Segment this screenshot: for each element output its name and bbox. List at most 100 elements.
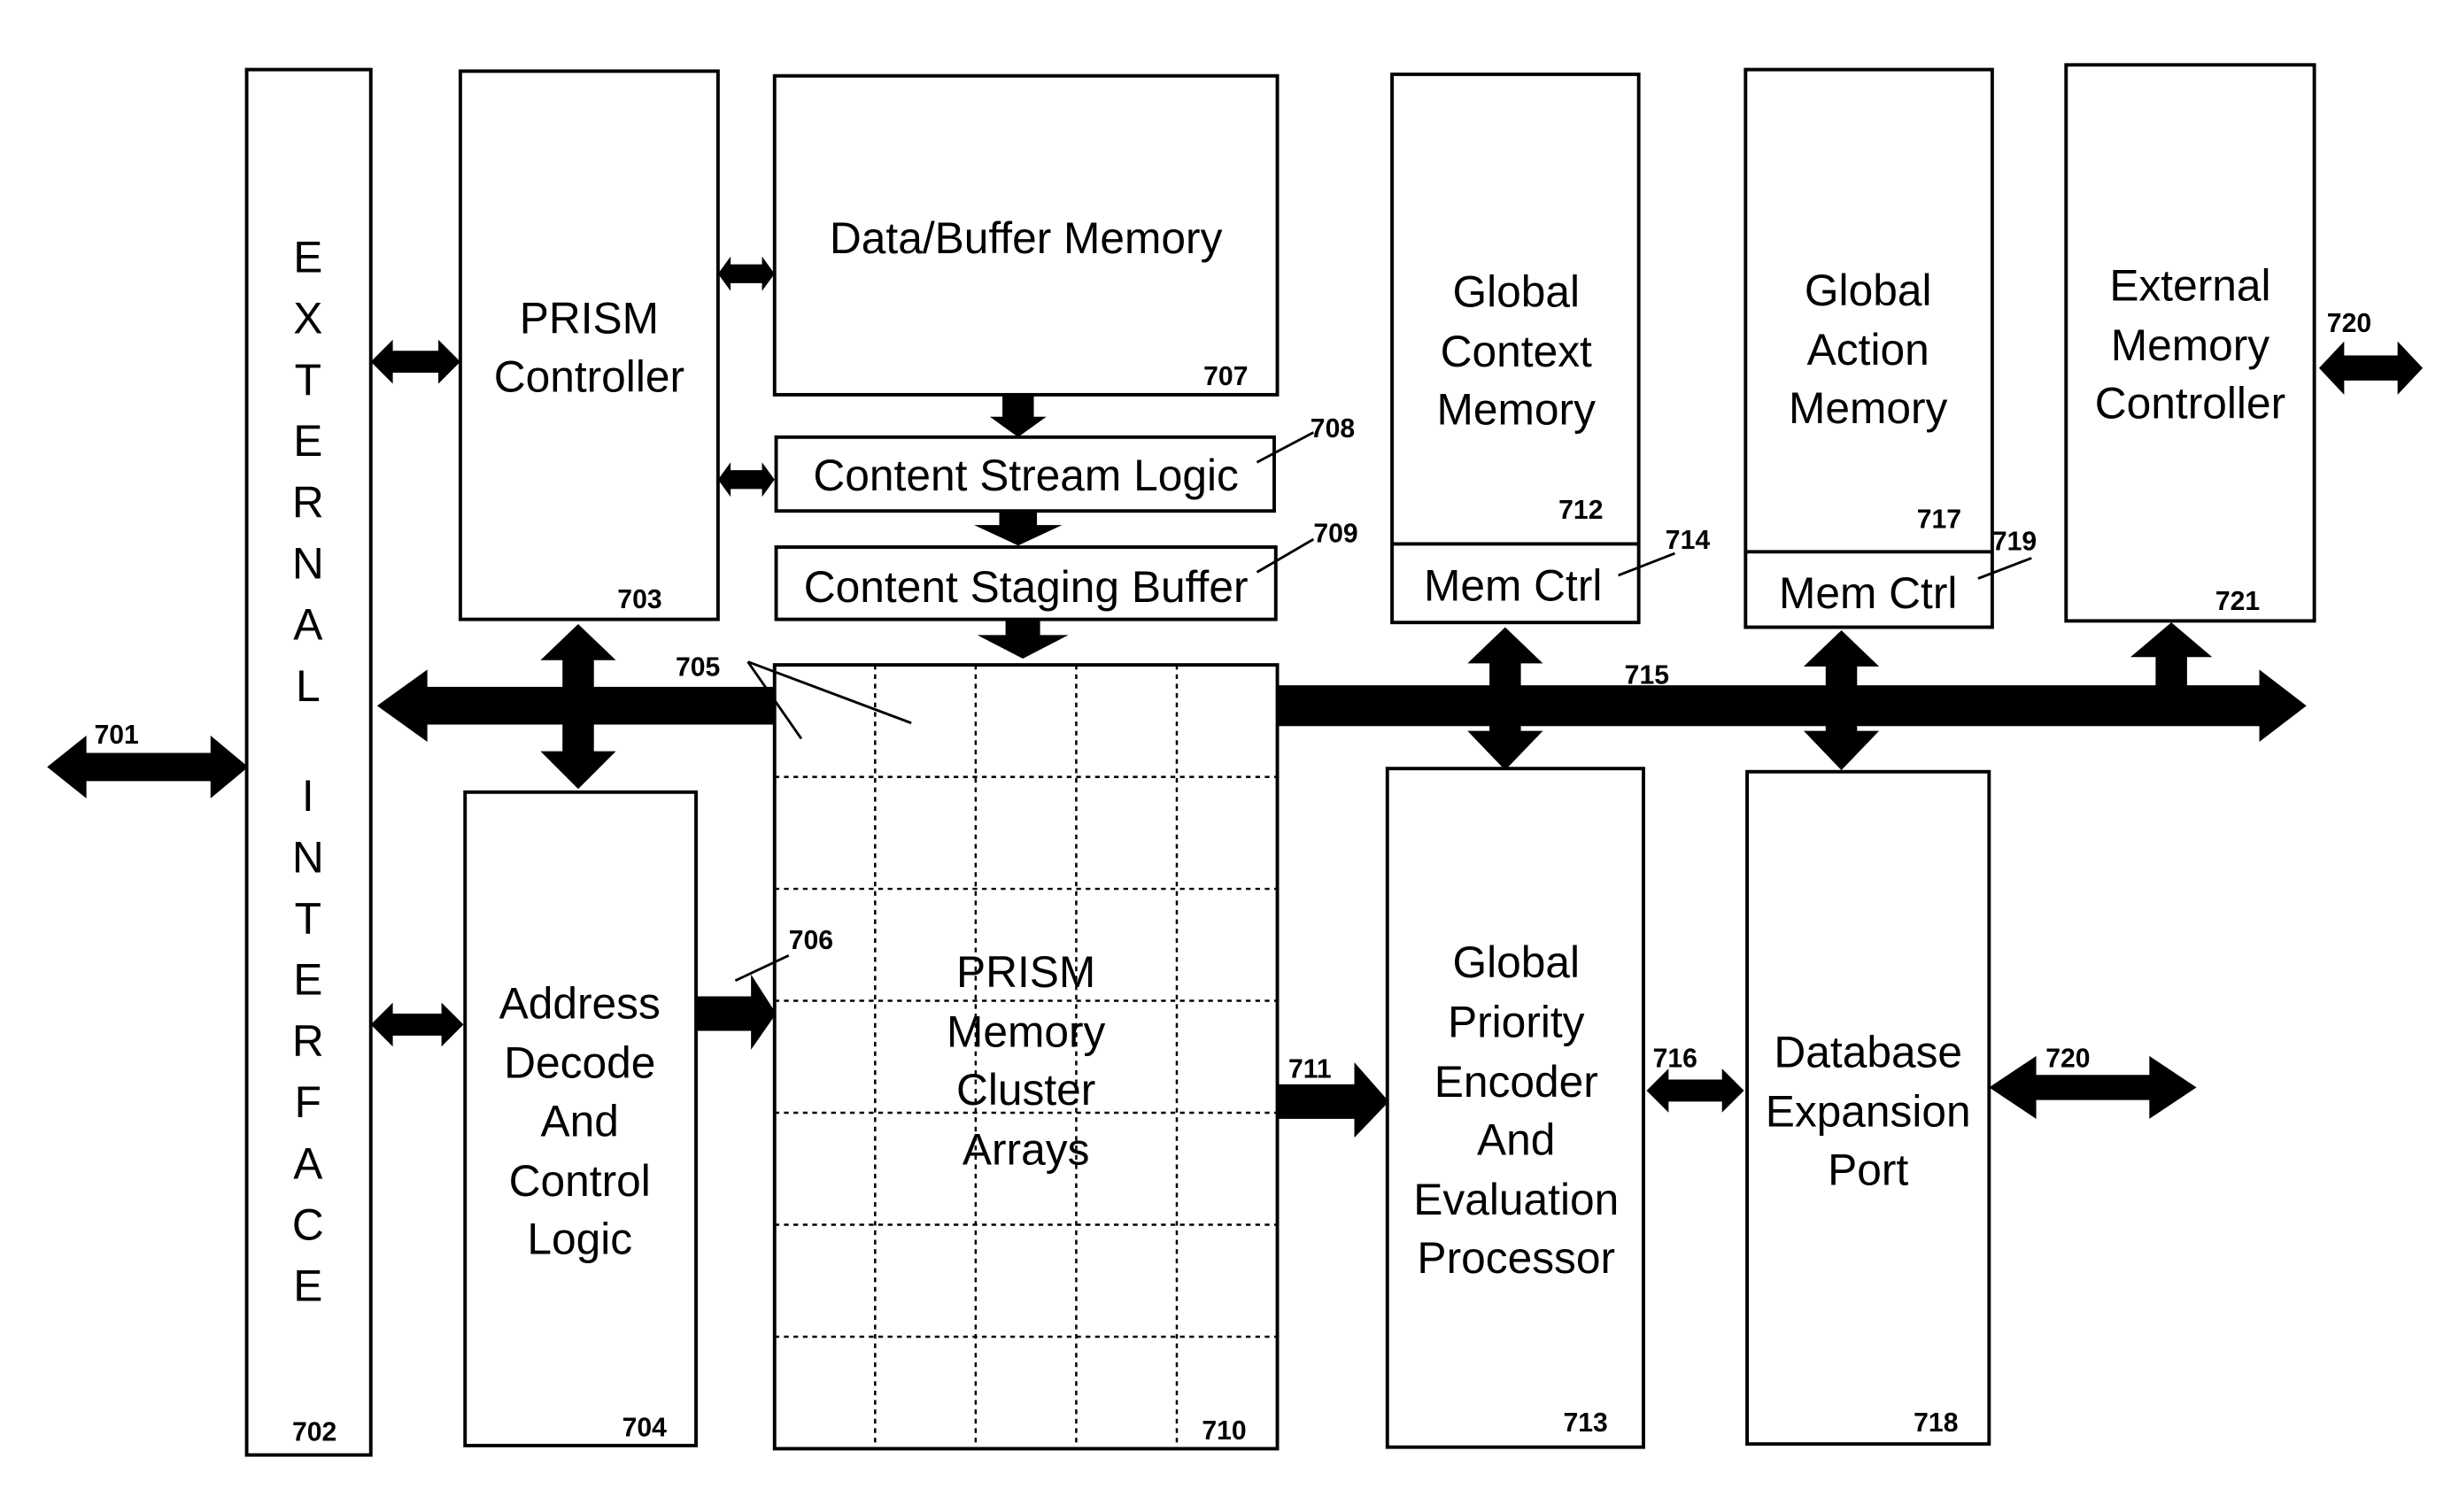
ref-704: 704 [622, 1413, 668, 1442]
svg-text:Control: Control [509, 1156, 651, 1206]
controller-buffer-arrow [717, 256, 775, 291]
svg-text:Expansion: Expansion [1766, 1087, 1971, 1137]
svg-text:R: R [292, 477, 324, 527]
ref-701: 701 [94, 721, 138, 750]
svg-text:Port: Port [1828, 1145, 1908, 1194]
block-diagram: E X T E R N A L I N T E R F A C E 702 PR… [47, 63, 2424, 1457]
interface-controller-arrow [370, 339, 460, 384]
ref-721: 721 [2215, 587, 2260, 616]
svg-text:E: E [293, 955, 322, 1005]
svg-text:Memory: Memory [947, 1007, 1106, 1056]
ref-705: 705 [676, 653, 720, 683]
svg-text:X: X [293, 294, 322, 343]
ref-716: 716 [1653, 1044, 1697, 1073]
ref-702: 702 [292, 1418, 336, 1447]
ref-718: 718 [1914, 1408, 1958, 1438]
external-memory-controller-block: External Memory Controller 721 [2064, 63, 2316, 623]
address-decode-block: Address Decode And Control Logic 704 [463, 790, 698, 1447]
svg-text:Controller: Controller [2095, 379, 2285, 428]
svg-text:And: And [1477, 1115, 1555, 1165]
bus-715-arrow [1279, 669, 2307, 743]
svg-text:Arrays: Arrays [963, 1124, 1090, 1174]
ref-712: 712 [1558, 496, 1603, 525]
external-interface-block: E X T E R N A L I N T E R F A C E 702 [244, 67, 373, 1457]
ref-719: 719 [1992, 528, 2037, 557]
ref-715: 715 [1625, 660, 1669, 690]
content-stream-logic-block: Content Stream Logic [774, 435, 1276, 513]
svg-text:F: F [295, 1077, 321, 1127]
ref-709: 709 [1313, 520, 1357, 549]
ref-711: 711 [1288, 1055, 1332, 1084]
svg-text:C: C [292, 1200, 324, 1250]
ref-707: 707 [1203, 362, 1248, 391]
svg-text:And: And [541, 1096, 619, 1146]
ref-706: 706 [789, 926, 833, 955]
decode-array-arrow [694, 974, 777, 1050]
svg-text:Processor: Processor [1417, 1233, 1615, 1283]
staging-array-arrow [977, 619, 1069, 659]
svg-text:Database: Database [1774, 1027, 1962, 1076]
svg-text:T: T [295, 355, 321, 405]
svg-text:E: E [293, 232, 322, 282]
svg-text:Action: Action [1807, 325, 1929, 374]
svg-text:Content Staging Buffer: Content Staging Buffer [804, 562, 1249, 612]
ref-703: 703 [617, 585, 661, 614]
svg-text:T: T [295, 894, 321, 944]
encoder-port-arrow [1646, 1068, 1744, 1113]
svg-text:N: N [292, 832, 324, 882]
svg-text:Logic: Logic [527, 1214, 632, 1263]
svg-text:Evaluation: Evaluation [1413, 1175, 1619, 1224]
ref-720-top: 720 [2327, 309, 2371, 338]
svg-text:A: A [293, 600, 323, 650]
svg-text:Context: Context [1441, 327, 1592, 376]
controller-stream-arrow [717, 462, 775, 498]
svg-text:Global: Global [1805, 266, 1932, 315]
svg-text:Address: Address [499, 978, 661, 1028]
database-expansion-port-block: Database Expansion Port 718 [1745, 769, 1991, 1446]
buffer-stream-arrow [989, 394, 1047, 437]
svg-text:Memory: Memory [1437, 385, 1597, 435]
svg-text:L: L [296, 661, 321, 711]
port-external-arrow [1989, 1055, 2197, 1119]
memory-cluster-arrays-block: PRISM Memory Cluster Arrays 710 [772, 663, 1280, 1451]
svg-text:Content Stream Logic: Content Stream Logic [813, 451, 1238, 500]
interface-decode-arrow [370, 1002, 464, 1047]
global-context-memory-block: Global Context Memory 712 Mem Ctrl [1390, 72, 1641, 625]
svg-text:I: I [302, 771, 314, 821]
external-io-arrow [47, 735, 249, 798]
mem-ctrl-714: Mem Ctrl [1424, 560, 1602, 610]
ext-mem-external-arrow [2318, 341, 2424, 395]
svg-text:R: R [292, 1016, 324, 1066]
ref-713: 713 [1563, 1408, 1607, 1438]
ref-710: 710 [1202, 1416, 1246, 1446]
global-action-memory-block: Global Action Memory 717 Mem Ctrl [1744, 67, 1994, 629]
svg-text:Memory: Memory [2111, 320, 2270, 370]
svg-text:E: E [293, 1261, 322, 1311]
svg-text:Global: Global [1452, 267, 1580, 317]
prism-controller-block: PRISM Controller 703 [458, 69, 720, 621]
svg-text:Data/Buffer Memory: Data/Buffer Memory [830, 213, 1223, 263]
svg-text:Cluster: Cluster [956, 1065, 1095, 1115]
ref-720-bottom: 720 [2045, 1044, 2090, 1073]
data-buffer-memory-block: Data/Buffer Memory 707 [772, 73, 1280, 397]
ref-708: 708 [1311, 414, 1355, 444]
svg-text:A: A [293, 1138, 323, 1188]
mem-ctrl-719: Mem Ctrl [1779, 568, 1957, 618]
ref-717: 717 [1917, 505, 1961, 535]
svg-text:Decode: Decode [504, 1038, 655, 1088]
svg-text:Priority: Priority [1448, 998, 1585, 1047]
svg-text:E: E [293, 416, 322, 466]
svg-text:Global: Global [1452, 937, 1580, 987]
svg-text:External: External [2109, 260, 2270, 310]
global-priority-encoder-block: Global Priority Encoder And Evaluation P… [1385, 767, 1645, 1449]
stream-staging-arrow [974, 512, 1063, 546]
svg-text:PRISM: PRISM [956, 947, 1095, 997]
content-staging-buffer-block: Content Staging Buffer [774, 545, 1278, 621]
svg-text:Controller: Controller [494, 351, 684, 401]
ref-714: 714 [1666, 526, 1711, 555]
svg-text:Memory: Memory [1789, 383, 1948, 433]
svg-text:Encoder: Encoder [1434, 1057, 1598, 1107]
ext-mem-ctrl-bus-arrow [2130, 622, 2213, 689]
svg-text:PRISM: PRISM [520, 294, 659, 343]
svg-text:N: N [292, 538, 324, 588]
